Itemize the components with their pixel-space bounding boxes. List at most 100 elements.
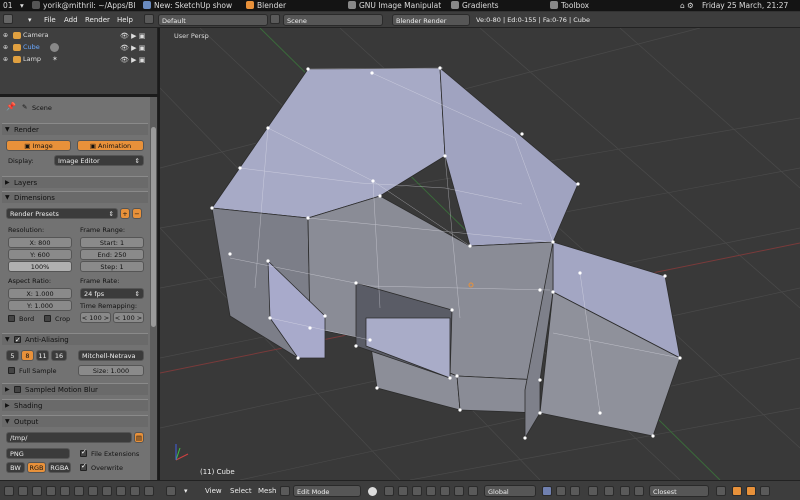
panel-dimensions-header[interactable]: ▼ Dimensions: [2, 191, 148, 203]
resolution-x-field[interactable]: X: 800: [8, 237, 72, 248]
frame-start-field[interactable]: Start: 1: [80, 237, 144, 248]
remap-new-field[interactable]: < 100 >: [113, 312, 144, 323]
menu-render[interactable]: Render: [85, 14, 110, 26]
manipulator-icon[interactable]: [398, 486, 408, 496]
data-context-icon[interactable]: [102, 486, 112, 496]
outliner-item-lamp[interactable]: ⊕ Lamp ✶ 👁 ▶ ▣: [0, 54, 158, 65]
mesh-select-mode-icon[interactable]: [468, 486, 478, 496]
task-gimp[interactable]: GNU Image Manipulat: [348, 0, 448, 12]
crop-checkbox[interactable]: [44, 315, 51, 322]
3d-view-editor-icon[interactable]: [166, 486, 176, 496]
screen-layout-field[interactable]: Default: [158, 14, 268, 26]
3d-viewport[interactable]: User Persp (11) Cube: [160, 28, 800, 480]
file-extensions-checkbox[interactable]: [80, 448, 87, 457]
color-rgba-button[interactable]: RGBA: [48, 462, 71, 473]
layers-icon[interactable]: [760, 486, 770, 496]
menu-help[interactable]: Help: [117, 14, 133, 26]
menu-select[interactable]: Select: [230, 485, 252, 497]
overwrite-checkbox[interactable]: [80, 462, 87, 471]
menu-arrow-icon[interactable]: ▾: [20, 0, 30, 12]
aa-size-field[interactable]: Size: 1.000: [78, 365, 144, 376]
editor-type-icon[interactable]: [3, 14, 13, 24]
modifiers-context-icon[interactable]: [88, 486, 98, 496]
menu-mesh[interactable]: Mesh: [258, 485, 276, 497]
edit-mode-icon[interactable]: [280, 486, 290, 496]
render-context-icon[interactable]: [18, 486, 28, 496]
screen-layout-icon[interactable]: [144, 14, 154, 24]
resolution-percent-slider[interactable]: 100%: [8, 261, 72, 272]
properties-editor-icon[interactable]: [4, 486, 14, 496]
render-animation-button[interactable]: ▣ Animation: [77, 140, 144, 151]
antialiasing-checkbox[interactable]: [14, 334, 21, 346]
border-checkbox[interactable]: [8, 315, 15, 322]
outliner-item-cube[interactable]: ⊕ Cube 👁 ▶ ▣: [0, 42, 158, 53]
task-toolbox[interactable]: Toolbox: [550, 0, 630, 12]
visibility-icon[interactable]: 👁 ▶ ▣: [120, 55, 145, 66]
menu-add[interactable]: Add: [64, 14, 78, 26]
render-engine-select[interactable]: Blender Render: [392, 14, 470, 26]
orientation-select[interactable]: Global: [484, 485, 536, 497]
viewport-shading-icon[interactable]: [368, 487, 377, 496]
mode-select[interactable]: Edit Mode: [293, 485, 361, 497]
frame-rate-select[interactable]: 24 fps ⇕: [80, 288, 144, 299]
collapse-menu-icon[interactable]: ▾: [184, 485, 188, 497]
pin-icon[interactable]: 📌: [6, 102, 16, 111]
motion-blur-checkbox[interactable]: [14, 386, 21, 393]
add-preset-icon[interactable]: +: [120, 208, 130, 219]
task-gradients[interactable]: Gradients: [451, 0, 541, 12]
aa-samples-8[interactable]: 8: [21, 350, 34, 361]
resolution-y-field[interactable]: Y: 600: [8, 249, 72, 260]
task-terminal[interactable]: yorik@mithril: ~/Apps/Bl: [32, 0, 137, 12]
render-animation-icon[interactable]: [746, 486, 756, 496]
expand-icon[interactable]: ⊕: [3, 42, 8, 53]
rotate-icon[interactable]: [426, 486, 436, 496]
snap-element-icon[interactable]: [634, 486, 644, 496]
outliner-item-camera[interactable]: ⊕ Camera 👁 ▶ ▣: [0, 30, 158, 41]
aspect-y-field[interactable]: Y: 1.000: [8, 300, 72, 311]
menu-file[interactable]: File: [44, 14, 56, 26]
color-bw-button[interactable]: BW: [6, 462, 25, 473]
constraints-context-icon[interactable]: [74, 486, 84, 496]
file-format-select[interactable]: PNG: [6, 448, 70, 459]
tray-icons[interactable]: ⌂ ⚙: [680, 0, 694, 12]
aspect-x-field[interactable]: X: 1.000: [8, 288, 72, 299]
particles-context-icon[interactable]: [144, 486, 154, 496]
full-sample-checkbox[interactable]: [8, 367, 15, 374]
scale-icon[interactable]: [440, 486, 450, 496]
render-image-button[interactable]: ▣ Image: [6, 140, 71, 151]
translate-icon[interactable]: [412, 486, 422, 496]
panel-output-header[interactable]: ▼ Output: [2, 415, 148, 427]
color-rgb-button[interactable]: RGB: [27, 462, 46, 473]
object-context-icon[interactable]: [60, 486, 70, 496]
mesh-cube[interactable]: [211, 67, 681, 439]
visibility-icon[interactable]: 👁 ▶ ▣: [120, 31, 145, 42]
aa-samples-16[interactable]: 16: [51, 350, 67, 361]
snap-align-icon[interactable]: [716, 486, 726, 496]
remap-old-field[interactable]: < 100 >: [80, 312, 111, 323]
folder-icon[interactable]: ▤: [134, 432, 144, 443]
scene-field[interactable]: Scene: [283, 14, 383, 26]
properties-scrollbar[interactable]: [150, 97, 157, 480]
task-sketchup[interactable]: New: SketchUp show: [143, 0, 243, 12]
menu-arrow-icon[interactable]: ▾: [28, 14, 32, 26]
world-context-icon[interactable]: [46, 486, 56, 496]
scrollbar-thumb[interactable]: [151, 127, 156, 327]
vertex-select-icon[interactable]: [542, 486, 552, 496]
snap-target-select[interactable]: Closest: [649, 485, 709, 497]
frame-step-field[interactable]: Step: 1: [80, 261, 144, 272]
render-still-icon[interactable]: [732, 486, 742, 496]
panel-motion-blur-header[interactable]: ▶ Sampled Motion Blur: [2, 383, 148, 395]
pivot-point-icon[interactable]: [384, 486, 394, 496]
scene-context-icon[interactable]: [32, 486, 42, 496]
output-path-field[interactable]: /tmp/: [6, 432, 132, 443]
expand-icon[interactable]: ⊕: [3, 54, 8, 65]
display-select[interactable]: Image Editor ⇕: [54, 155, 144, 166]
menu-view[interactable]: View: [205, 485, 222, 497]
panel-shading-header[interactable]: ▶ Shading: [2, 399, 148, 411]
snap-magnet-icon[interactable]: [620, 486, 630, 496]
material-context-icon[interactable]: [116, 486, 126, 496]
aa-samples-11[interactable]: 11: [36, 350, 49, 361]
visibility-icon[interactable]: 👁 ▶ ▣: [120, 43, 145, 54]
panel-antialiasing-header[interactable]: ▼ Anti-Aliasing: [2, 333, 148, 346]
texture-context-icon[interactable]: [130, 486, 140, 496]
